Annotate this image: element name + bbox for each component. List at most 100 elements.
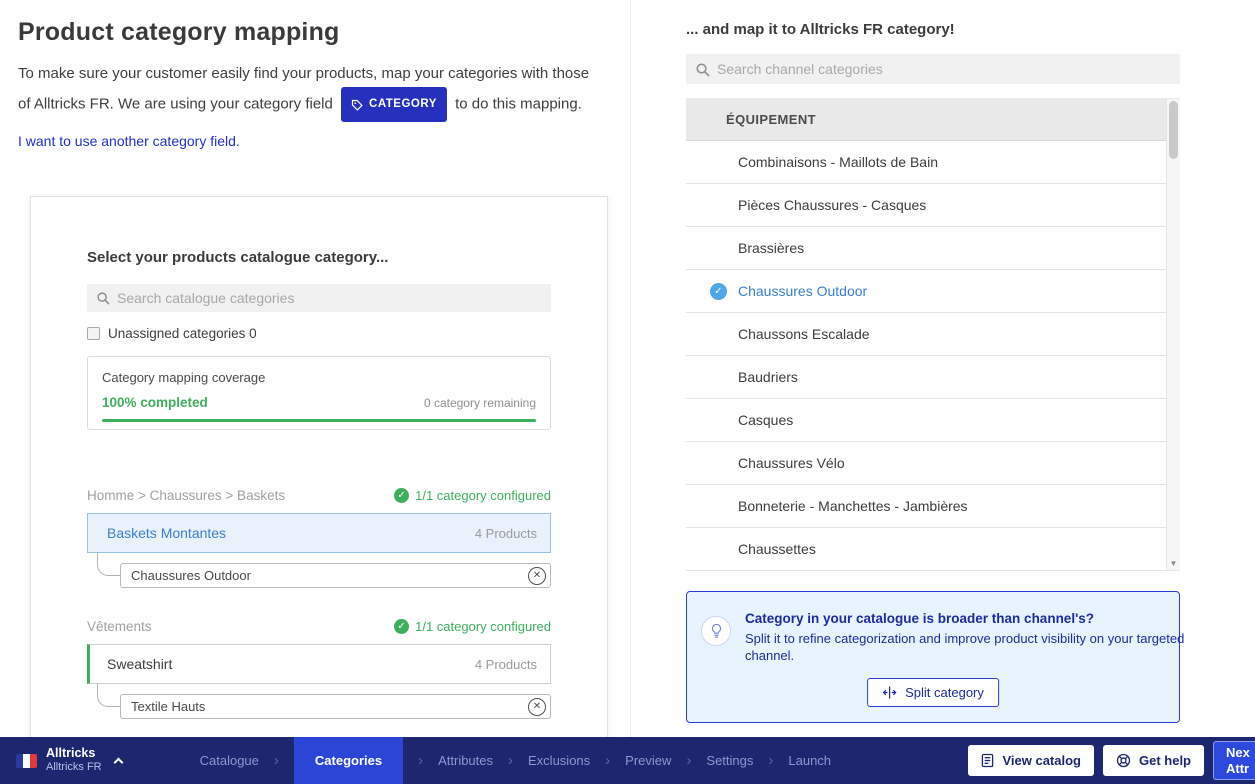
- step-preview[interactable]: Preview: [625, 753, 671, 768]
- get-help-label: Get help: [1139, 753, 1191, 768]
- search-icon: [695, 62, 710, 77]
- split-category-button[interactable]: Split category: [867, 678, 999, 707]
- channel-category-row[interactable]: Brassières: [686, 227, 1180, 270]
- channel-mapping-panel: ... and map it to Alltricks FR category!…: [686, 0, 1180, 737]
- channel-category-label: Chaussures Vélo: [738, 455, 845, 471]
- unassigned-checkbox[interactable]: [87, 327, 100, 340]
- channel-search-box: [686, 54, 1180, 84]
- remove-mapping-button[interactable]: ✕: [528, 567, 546, 585]
- split-icon: [882, 686, 897, 699]
- account-channel: Alltricks FR: [46, 761, 102, 774]
- chevron-right-icon: ›: [605, 752, 610, 769]
- mapped-category-tag: Textile Hauts ✕: [120, 694, 551, 719]
- account-switcher[interactable]: Alltricks Alltricks FR: [16, 746, 122, 774]
- list-scrollbar[interactable]: ▼: [1166, 99, 1180, 570]
- scrollbar-thumb[interactable]: [1169, 101, 1178, 159]
- lightbulb-icon: [701, 616, 731, 646]
- search-icon: [96, 291, 110, 305]
- channel-category-label: Combinaisons - Maillots de Bain: [738, 154, 938, 170]
- scroll-down-icon[interactable]: ▼: [1167, 559, 1180, 568]
- column-divider: [630, 0, 631, 737]
- catalog-category-name: Baskets Montantes: [107, 525, 226, 541]
- channel-category-row[interactable]: Baudriers: [686, 356, 1180, 399]
- next-step-label-line1: Nex: [1226, 745, 1250, 761]
- category-breadcrumb: Homme > Chaussures > Baskets: [87, 488, 285, 503]
- check-icon: ✓: [710, 283, 727, 300]
- channel-category-row[interactable]: Chaussures Vélo: [686, 442, 1180, 485]
- help-icon: [1116, 753, 1131, 768]
- catalog-category-name: Sweatshirt: [107, 656, 172, 672]
- intro-text: To make sure your customer easily find y…: [18, 60, 603, 122]
- channel-category-row[interactable]: Chaussons Escalade: [686, 313, 1180, 356]
- channel-category-label: Brassières: [738, 240, 804, 256]
- catalog-search-box: [87, 284, 551, 312]
- chevron-right-icon: ›: [768, 752, 773, 769]
- step-settings[interactable]: Settings: [706, 753, 753, 768]
- chevron-right-icon: ›: [274, 752, 279, 769]
- wizard-steps: Catalogue › Categories › Attributes › Ex…: [200, 737, 831, 784]
- next-step-button[interactable]: Nex Attr: [1213, 741, 1255, 780]
- unassigned-filter[interactable]: Unassigned categories 0: [87, 326, 551, 341]
- section-status: ✓ 1/1 category configured: [394, 619, 551, 634]
- intro-part2: to do this mapping.: [455, 95, 582, 112]
- chevron-right-icon: ›: [686, 752, 691, 769]
- channel-category-label: Pièces Chaussures - Casques: [738, 197, 926, 213]
- next-step-label-line2: Attr: [1226, 761, 1249, 777]
- channel-category-label: Chaussures Outdoor: [738, 283, 867, 299]
- channel-group-header[interactable]: ÉQUIPEMENT: [686, 98, 1180, 141]
- catalog-panel-title: Select your products catalogue category.…: [87, 249, 551, 266]
- view-catalog-label: View catalog: [1002, 753, 1081, 768]
- split-category-info-box: Category in your catalogue is broader th…: [686, 591, 1180, 723]
- channel-category-row[interactable]: Casques: [686, 399, 1180, 442]
- france-flag-icon: [16, 754, 37, 768]
- section-status-label: 1/1 category configured: [415, 619, 551, 634]
- channel-category-row[interactable]: Combinaisons - Maillots de Bain: [686, 141, 1180, 184]
- channel-panel-title: ... and map it to Alltricks FR category!: [686, 21, 1180, 38]
- coverage-title: Category mapping coverage: [102, 370, 536, 385]
- coverage-completed: 100% completed: [102, 395, 208, 410]
- step-launch[interactable]: Launch: [788, 753, 831, 768]
- catalog-section: Vêtements ✓ 1/1 category configured Swea…: [87, 619, 551, 719]
- remove-mapping-button[interactable]: ✕: [528, 698, 546, 716]
- get-help-button[interactable]: Get help: [1103, 745, 1204, 776]
- view-catalog-button[interactable]: View catalog: [968, 745, 1094, 776]
- tag-icon: [351, 99, 363, 111]
- channel-category-row-selected[interactable]: ✓ Chaussures Outdoor: [686, 270, 1180, 313]
- unassigned-label: Unassigned categories 0: [108, 326, 257, 341]
- mapping-connector: [97, 553, 120, 576]
- coverage-remaining: 0 category remaining: [424, 396, 536, 410]
- channel-category-row[interactable]: Bonneterie - Manchettes - Jambières: [686, 485, 1180, 528]
- catalog-categories-card: Select your products catalogue category.…: [30, 196, 608, 737]
- catalog-category-row[interactable]: Baskets Montantes 4 Products: [87, 513, 551, 553]
- step-exclusions[interactable]: Exclusions: [528, 753, 590, 768]
- catalog-category-products-count: 4 Products: [475, 657, 537, 672]
- step-attributes[interactable]: Attributes: [438, 753, 493, 768]
- account-name: Alltricks: [46, 746, 102, 761]
- section-status: ✓ 1/1 category configured: [394, 488, 551, 503]
- check-icon: ✓: [394, 488, 409, 503]
- catalog-search-input[interactable]: [117, 290, 542, 306]
- channel-search-input[interactable]: [717, 61, 1171, 77]
- coverage-progress-bar: [102, 419, 536, 422]
- channel-category-list: ÉQUIPEMENT Combinaisons - Maillots de Ba…: [686, 98, 1180, 571]
- wizard-footer: Alltricks Alltricks FR Catalogue › Categ…: [0, 737, 1255, 784]
- channel-category-label: Baudriers: [738, 369, 798, 385]
- step-catalogue[interactable]: Catalogue: [200, 753, 259, 768]
- mapping-connector: [97, 684, 120, 707]
- mapped-category-label: Chaussures Outdoor: [131, 568, 251, 583]
- catalog-category-products-count: 4 Products: [475, 526, 537, 541]
- coverage-card: Category mapping coverage 100% completed…: [87, 356, 551, 430]
- channel-category-label: Casques: [738, 412, 793, 428]
- page-title: Product category mapping: [18, 18, 612, 47]
- check-icon: ✓: [394, 619, 409, 634]
- catalog-mapping-panel: Product category mapping To make sure yo…: [0, 0, 630, 737]
- channel-category-label: Chaussettes: [738, 541, 816, 557]
- step-categories[interactable]: Categories: [294, 737, 403, 784]
- catalog-category-row[interactable]: Sweatshirt 4 Products: [87, 644, 551, 684]
- channel-category-row[interactable]: Pièces Chaussures - Casques: [686, 184, 1180, 227]
- document-icon: [981, 753, 994, 768]
- channel-category-row[interactable]: Chaussettes: [686, 528, 1180, 571]
- mapped-category-tag: Chaussures Outdoor ✕: [120, 563, 551, 588]
- category-field-badge-label: CATEGORY: [369, 91, 437, 118]
- change-category-field-link[interactable]: I want to use another category field.: [18, 133, 240, 149]
